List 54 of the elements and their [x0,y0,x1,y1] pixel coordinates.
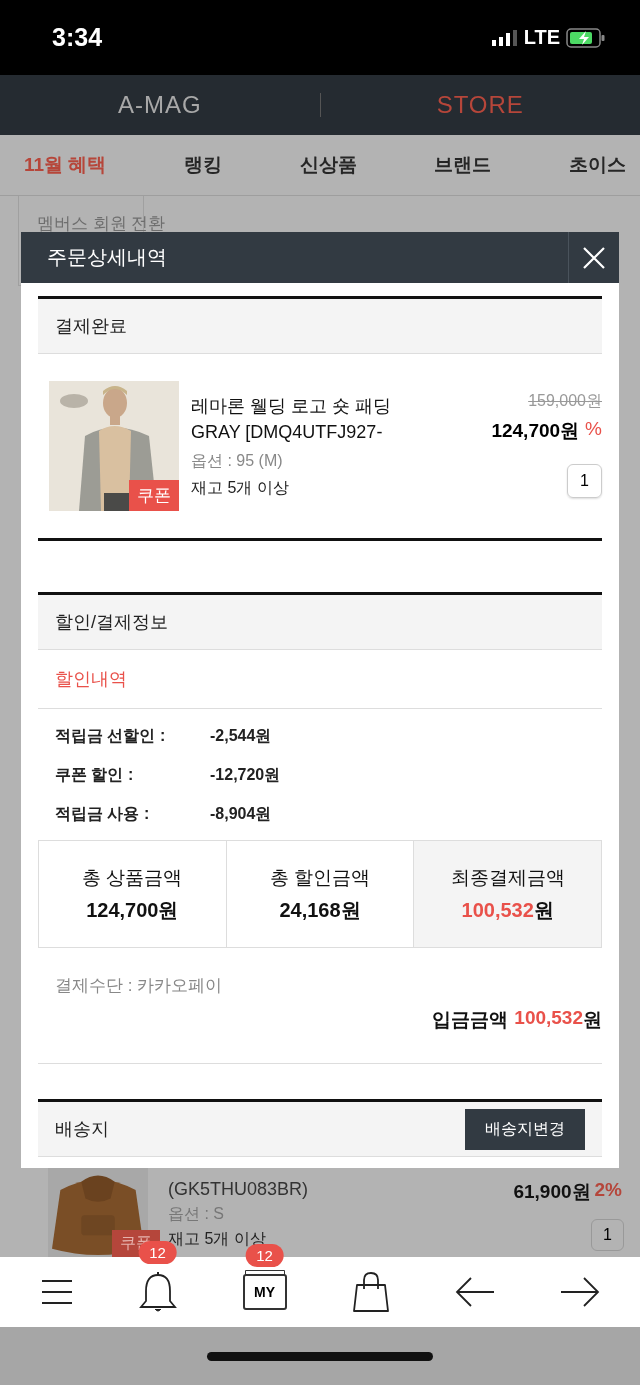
discount-heading: 할인내역 [55,668,127,691]
shopping-bag-icon[interactable] [351,1271,390,1313]
product-option: 옵션 : 95 (M) [191,451,480,472]
section-title: 할인/결제정보 [55,611,168,634]
category-tab[interactable]: 초이스 [565,148,630,182]
discount-label: 적립금 사용 : [55,804,151,824]
product-price: 61,900원 [513,1180,591,1204]
total-label: 최종결제금액 [450,865,565,890]
category-tab[interactable]: 신상품 [295,148,361,182]
total-amount: 124,700 [86,898,159,921]
category-tab[interactable]: 랭킹 [180,148,227,182]
total-amount: 24,168 [279,898,341,921]
top-tab[interactable]: A-MAG [0,90,320,120]
deposit-label: 입금금액 [432,1008,509,1032]
currency-unit: 원 [340,898,361,921]
sale-price: 124,700원 [491,419,580,443]
discount-amount: -12,720원 [210,765,281,785]
original-price: 159,000원 [528,391,602,411]
payment-method: 결제수단 : 카카오페이 [54,975,224,997]
network-label: LTE [523,26,560,49]
forward-arrow-icon[interactable] [559,1276,600,1308]
section-title: 결제완료 [55,315,127,338]
currency-unit: 원 [583,1008,602,1032]
back-arrow-icon[interactable] [454,1276,495,1308]
quantity-box: 1 [591,1219,624,1251]
discount-amount: -8,904원 [210,804,272,824]
discount-label: 쿠폰 할인 : [55,765,135,785]
discount-rate: 2% [594,1179,622,1202]
change-address-button[interactable]: 배송지변경 [465,1108,585,1150]
currency-unit: 원 [158,898,179,921]
status-time: 3:34 [52,23,103,52]
close-icon [583,246,605,269]
discount-label: 적립금 선할인 : [55,726,167,746]
total-label: 총 상품금액 [82,865,183,890]
product-name: (GK5THU083BR) [168,1179,310,1200]
deposit-amount: 100,532 [514,1007,583,1028]
discount-mark: % [585,418,602,441]
section-title: 배송지 [55,1118,109,1141]
product-name: GRAY [DMQ4UTFJ927- [191,421,384,444]
dialog-title: 주문상세내역 [46,245,167,270]
bell-icon[interactable] [137,1271,178,1313]
quantity-box: 1 [567,464,602,498]
coupon-badge: 쿠폰 [129,480,179,511]
category-tab[interactable]: 브랜드 [430,148,496,182]
total-label: 총 할인금액 [269,865,371,890]
currency-unit: 원 [533,898,554,921]
total-amount: 100,532 [461,898,534,921]
signal-icon [491,29,518,46]
stock-status: 재고 5개 이상 [191,478,290,498]
product-option: 옵션 : S [168,1204,494,1225]
product-name: 레마론 웰딩 로고 숏 패딩 [191,395,392,418]
battery-icon [566,27,606,48]
discount-amount: -2,544원 [210,726,272,746]
menu-icon[interactable] [40,1279,73,1305]
